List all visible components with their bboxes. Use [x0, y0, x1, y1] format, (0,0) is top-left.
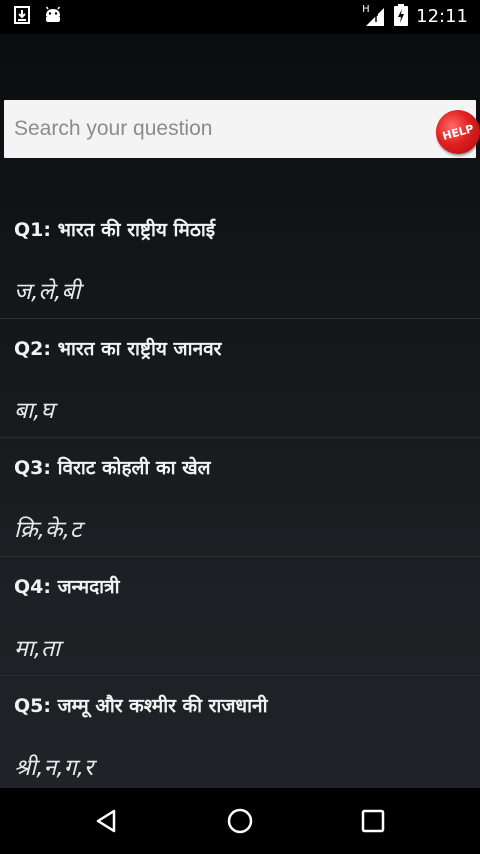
- list-item[interactable]: Q1: भारत की राष्ट्रीय मिठाई ज,ले,बी: [0, 200, 480, 319]
- help-button-label: HELP: [440, 121, 476, 143]
- search-bar: HELP: [4, 100, 480, 159]
- status-system: H 12:11: [362, 4, 468, 30]
- answer-text: बा,घ: [14, 398, 54, 424]
- home-icon: [227, 808, 253, 834]
- status-notifications: [14, 6, 62, 28]
- home-button[interactable]: [222, 803, 258, 839]
- search-input[interactable]: [4, 100, 424, 158]
- status-bar: H 12:11: [0, 0, 480, 34]
- recents-icon: [361, 809, 385, 833]
- android-icon: [44, 6, 62, 28]
- recents-button[interactable]: [355, 803, 391, 839]
- help-button[interactable]: HELP: [431, 105, 480, 159]
- answer-text: श्री,न,ग,र: [14, 755, 94, 781]
- question-text: Q4: जन्मदात्री: [14, 576, 120, 598]
- battery-charging-icon: [394, 4, 409, 30]
- list-item[interactable]: Q5: जम्मू और कश्मीर की राजधानी श्री,न,ग,…: [0, 676, 480, 795]
- back-icon: [96, 809, 116, 833]
- status-time: 12:11: [416, 6, 468, 27]
- download-icon: [14, 6, 30, 28]
- question-text: Q3: विराट कोहली का खेल: [14, 457, 211, 479]
- question-text: Q1: भारत की राष्ट्रीय मिठाई: [14, 219, 216, 241]
- answer-text: मा,ता: [14, 636, 61, 662]
- back-button[interactable]: [88, 803, 124, 839]
- answer-text: क्रि,के,ट: [14, 517, 82, 543]
- list-item[interactable]: Q2: भारत का राष्ट्रीय जानवर बा,घ: [0, 319, 480, 438]
- list-item[interactable]: Q4: जन्मदात्री मा,ता: [0, 557, 480, 676]
- answer-text: ज,ले,बी: [14, 279, 81, 305]
- app-screen: H 12:11 HELP Q1: भारत की: [0, 0, 480, 854]
- question-list[interactable]: Q1: भारत की राष्ट्रीय मिठाई ज,ले,बी Q2: …: [0, 200, 480, 795]
- question-text: Q2: भारत का राष्ट्रीय जानवर: [14, 338, 222, 360]
- signal-icon: H: [362, 4, 386, 28]
- question-text: Q5: जम्मू और कश्मीर की राजधानी: [14, 695, 268, 717]
- navigation-bar: [0, 788, 480, 854]
- list-item[interactable]: Q3: विराट कोहली का खेल क्रि,के,ट: [0, 438, 480, 557]
